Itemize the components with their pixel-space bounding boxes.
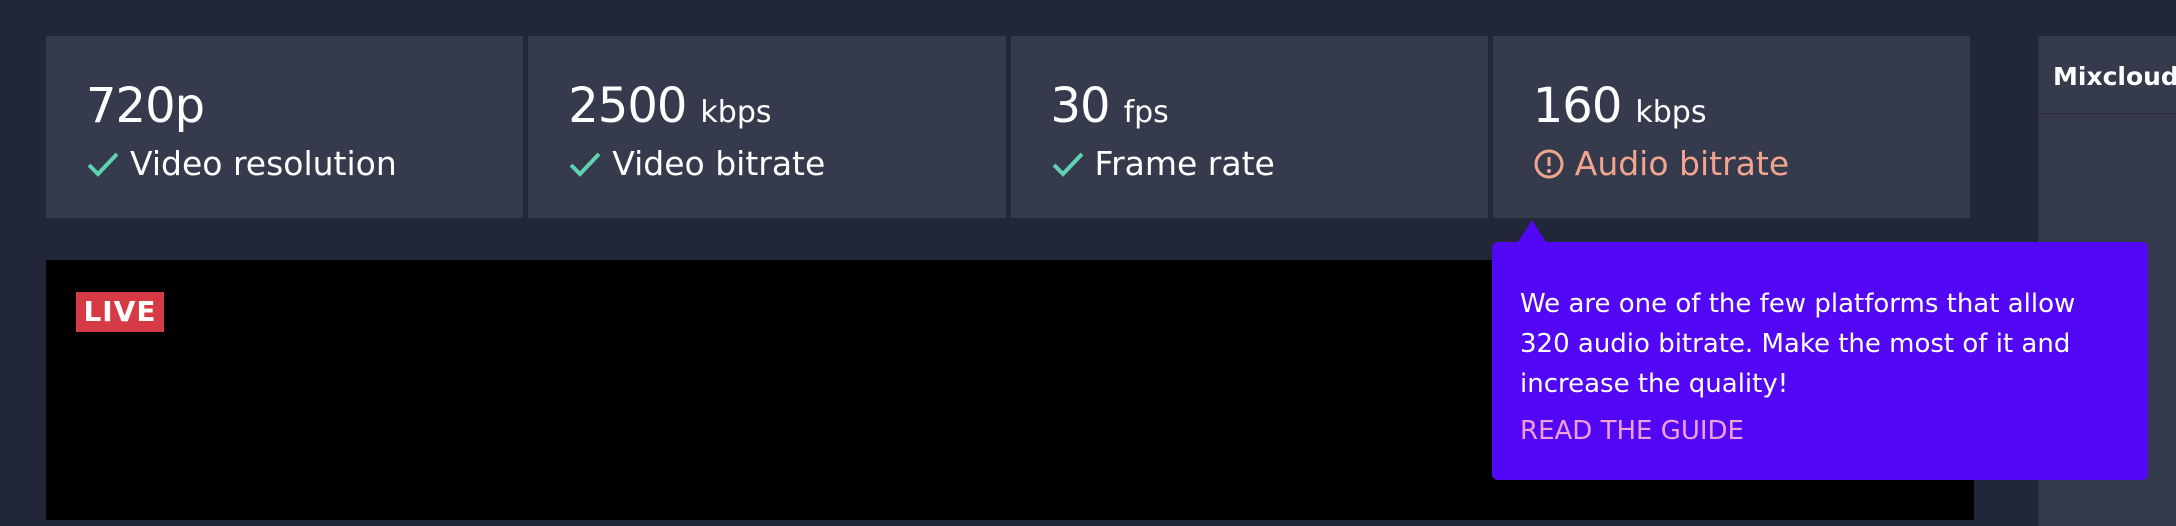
tooltip-arrow — [1518, 220, 1546, 242]
stat-label: Audio bitrate — [1574, 144, 1790, 183]
stat-video-bitrate: 2500 kbps Video bitrate — [528, 36, 1006, 218]
read-guide-link[interactable]: READ THE GUIDE — [1520, 416, 1744, 446]
stat-value: 160 — [1532, 78, 1623, 134]
live-badge: LIVE — [76, 292, 164, 332]
stat-label: Video bitrate — [612, 144, 826, 183]
stat-label: Frame rate — [1094, 144, 1275, 183]
stat-label: Video resolution — [130, 144, 397, 183]
stat-unit: kbps — [1635, 95, 1707, 130]
stat-frame-rate: 30 fps Frame rate — [1010, 36, 1488, 218]
stat-value: 2500 — [568, 78, 687, 134]
stat-video-resolution: 720p Video resolution — [46, 36, 524, 218]
tooltip-text: We are one of the few platforms that all… — [1520, 289, 2076, 399]
stat-value: 720p — [86, 78, 205, 134]
check-icon — [568, 150, 602, 178]
stat-audio-bitrate[interactable]: 160 kbps Audio bitrate — [1492, 36, 1970, 218]
side-panel-title: Mixcloud Li — [2039, 36, 2176, 114]
stat-unit: kbps — [700, 95, 772, 130]
stream-stats: 720p Video resolution 2500 kbps Video bi… — [46, 36, 1970, 218]
audio-bitrate-tooltip: We are one of the few platforms that all… — [1492, 220, 2148, 480]
check-icon — [1051, 150, 1085, 178]
stat-value: 30 — [1050, 78, 1111, 134]
check-icon — [86, 150, 120, 178]
stat-unit: fps — [1123, 95, 1169, 130]
exclamation-circle-icon — [1533, 148, 1565, 180]
